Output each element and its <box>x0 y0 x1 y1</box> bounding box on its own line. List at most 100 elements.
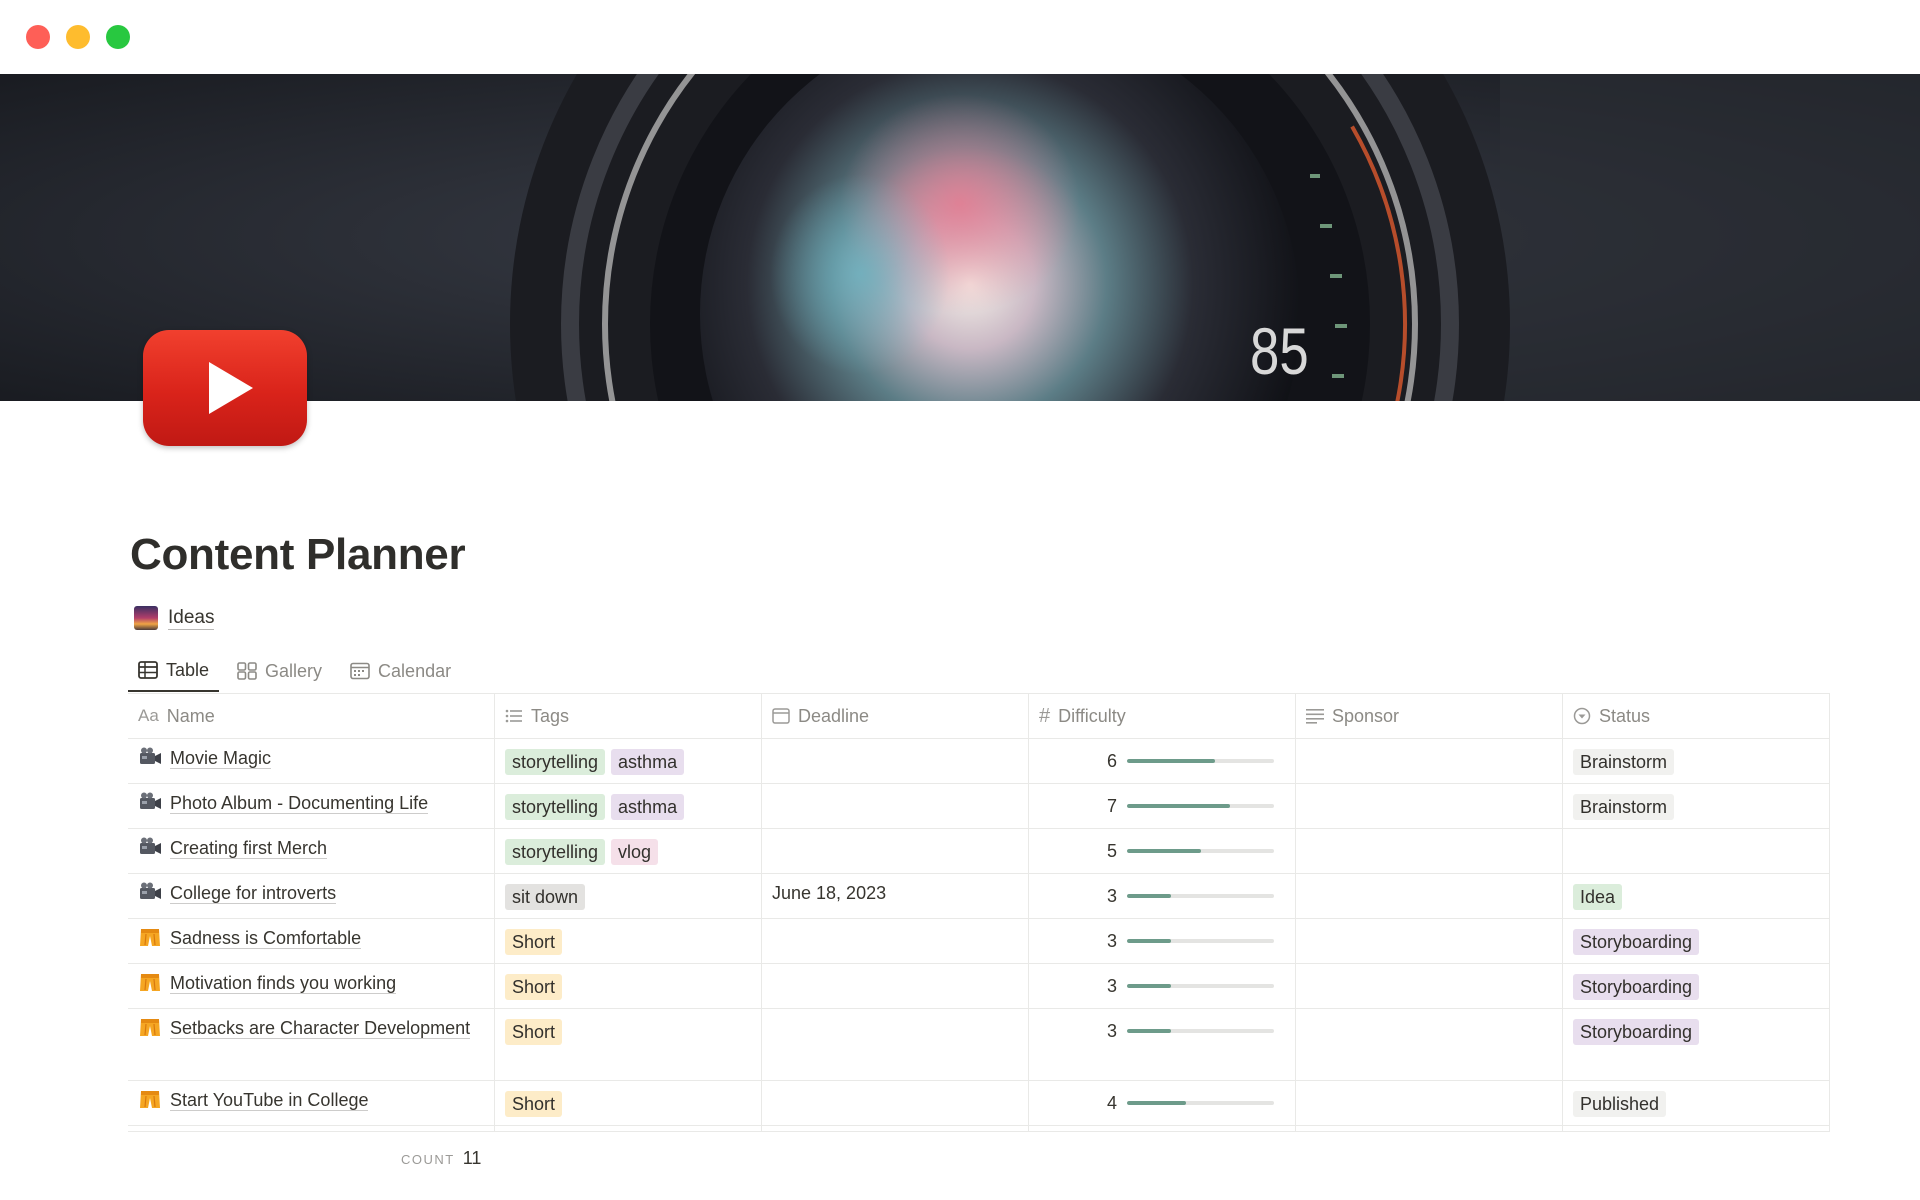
deadline-cell[interactable] <box>762 964 1029 1008</box>
row-title[interactable]: Movie Magic <box>170 748 272 769</box>
status-cell[interactable]: Storyboarding <box>1563 919 1830 963</box>
deadline-cell[interactable] <box>762 1081 1029 1125</box>
deadline-cell[interactable]: June 18, 2023 <box>762 874 1029 918</box>
empty-cell <box>1296 1126 1563 1131</box>
difficulty-bar-fill <box>1127 1101 1186 1105</box>
status-badge: Brainstorm <box>1573 749 1675 775</box>
deadline-cell[interactable] <box>762 739 1029 783</box>
deadline-cell[interactable] <box>762 1009 1029 1080</box>
column-header-deadline[interactable]: Deadline <box>762 694 1029 738</box>
difficulty-value: 3 <box>1039 883 1285 909</box>
deadline-cell[interactable] <box>762 784 1029 828</box>
tab-table[interactable]: Table <box>128 650 220 692</box>
table-row-partial <box>128 1126 1830 1132</box>
column-header-difficulty[interactable]: # Difficulty <box>1029 694 1296 738</box>
difficulty-cell[interactable]: 3 <box>1029 1009 1296 1080</box>
table-row[interactable]: Sadness is Comfortable Short 3 Storyboardin… <box>128 919 1830 964</box>
status-cell[interactable]: Brainstorm <box>1563 784 1830 828</box>
name-cell[interactable]: College for introverts <box>128 874 495 918</box>
difficulty-cell[interactable]: 3 <box>1029 964 1296 1008</box>
row-title[interactable]: Setbacks are Character Development <box>170 1018 471 1039</box>
tab-gallery[interactable]: Gallery <box>227 650 332 692</box>
sponsor-cell[interactable] <box>1296 829 1563 873</box>
column-header-label: Deadline <box>798 705 870 726</box>
table-row[interactable]: Start YouTube in College Short 4 Published <box>128 1081 1830 1126</box>
sponsor-cell[interactable] <box>1296 739 1563 783</box>
sponsor-cell[interactable] <box>1296 964 1563 1008</box>
difficulty-cell[interactable]: 5 <box>1029 829 1296 873</box>
tag-pill: storytelling <box>505 839 606 865</box>
deadline-cell[interactable] <box>762 919 1029 963</box>
difficulty-bar-fill <box>1127 939 1172 943</box>
row-title[interactable]: Start YouTube in College <box>170 1090 369 1111</box>
difficulty-cell[interactable]: 7 <box>1029 784 1296 828</box>
difficulty-cell[interactable]: 3 <box>1029 874 1296 918</box>
row-title[interactable]: Sadness is Comfortable <box>170 928 362 949</box>
tab-calendar[interactable]: Calendar <box>340 650 461 692</box>
name-cell[interactable]: Motivation finds you working <box>128 964 495 1008</box>
shorts-emoji-icon <box>138 926 162 948</box>
difficulty-number: 7 <box>1106 795 1117 816</box>
name-cell[interactable]: Setbacks are Character Development <box>128 1009 495 1080</box>
tag-pill: asthma <box>611 749 685 775</box>
column-header-sponsor[interactable]: Sponsor <box>1296 694 1563 738</box>
tags-cell[interactable]: Short <box>495 964 762 1008</box>
tags-cell[interactable]: storytelling vlog <box>495 829 762 873</box>
minimize-window-button[interactable] <box>66 25 90 49</box>
tag-pill: vlog <box>611 839 659 865</box>
name-cell[interactable]: Photo Album - Documenting Life <box>128 784 495 828</box>
difficulty-number: 3 <box>1106 930 1117 951</box>
name-cell[interactable]: Movie Magic <box>128 739 495 783</box>
column-header-name[interactable]: Aa Name <box>128 694 495 738</box>
table-row[interactable]: Motivation finds you working Short 3 Storyb… <box>128 964 1830 1009</box>
status-cell[interactable]: Brainstorm <box>1563 739 1830 783</box>
tab-gallery-label: Gallery <box>265 660 323 681</box>
status-cell[interactable]: Published <box>1563 1081 1830 1125</box>
tags-cell[interactable]: Short <box>495 1009 762 1080</box>
sponsor-cell[interactable] <box>1296 784 1563 828</box>
row-title[interactable]: Motivation finds you working <box>170 973 397 994</box>
tags-cell[interactable]: Short <box>495 919 762 963</box>
row-title[interactable]: Creating first Merch <box>170 838 328 859</box>
status-badge: Idea <box>1573 884 1623 910</box>
column-header-label: Sponsor <box>1332 705 1400 726</box>
row-title[interactable]: Photo Album - Documenting Life <box>170 793 429 814</box>
difficulty-cell[interactable]: 3 <box>1029 919 1296 963</box>
table-row[interactable]: Photo Album - Documenting Life storytelli… <box>128 784 1830 829</box>
status-cell[interactable]: Storyboarding <box>1563 964 1830 1008</box>
close-window-button[interactable] <box>26 25 50 49</box>
column-header-status[interactable]: Status <box>1563 694 1830 738</box>
table-row[interactable]: Creating first Merch storytelling vlog 5 <box>128 829 1830 874</box>
name-cell[interactable]: Creating first Merch <box>128 829 495 873</box>
tags-cell[interactable]: storytelling asthma <box>495 739 762 783</box>
status-cell[interactable]: Storyboarding <box>1563 1009 1830 1080</box>
tag-pill: Short <box>505 1019 563 1045</box>
sponsor-cell[interactable] <box>1296 874 1563 918</box>
difficulty-bar-fill <box>1127 984 1172 988</box>
column-header-tags[interactable]: Tags <box>495 694 762 738</box>
table-row[interactable]: Setbacks are Character Development Short 3… <box>128 1009 1830 1081</box>
sponsor-cell[interactable] <box>1296 919 1563 963</box>
difficulty-cell[interactable]: 6 <box>1029 739 1296 783</box>
status-cell[interactable] <box>1563 829 1830 873</box>
status-cell[interactable]: Idea <box>1563 874 1830 918</box>
difficulty-number: 3 <box>1106 1020 1117 1041</box>
linked-database-ideas[interactable]: Ideas <box>134 604 215 632</box>
tags-cell[interactable]: sit down <box>495 874 762 918</box>
maximize-window-button[interactable] <box>106 25 130 49</box>
table-row[interactable]: College for introverts sit down June 18, 2… <box>128 874 1830 919</box>
tags-cell[interactable]: Short <box>495 1081 762 1125</box>
table-row[interactable]: Movie Magic storytelling asthma 6 Brainstorm <box>128 739 1830 784</box>
name-cell[interactable]: Sadness is Comfortable <box>128 919 495 963</box>
column-header-label: Difficulty <box>1058 705 1126 726</box>
difficulty-value: 6 <box>1039 748 1285 774</box>
difficulty-cell[interactable]: 4 <box>1029 1081 1296 1125</box>
status-badge: Storyboarding <box>1573 1019 1700 1045</box>
row-title[interactable]: College for introverts <box>170 883 337 904</box>
sponsor-cell[interactable] <box>1296 1009 1563 1080</box>
sponsor-cell[interactable] <box>1296 1081 1563 1125</box>
tab-calendar-label: Calendar <box>378 660 452 681</box>
name-cell[interactable]: Start YouTube in College <box>128 1081 495 1125</box>
tags-cell[interactable]: storytelling asthma <box>495 784 762 828</box>
deadline-cell[interactable] <box>762 829 1029 873</box>
